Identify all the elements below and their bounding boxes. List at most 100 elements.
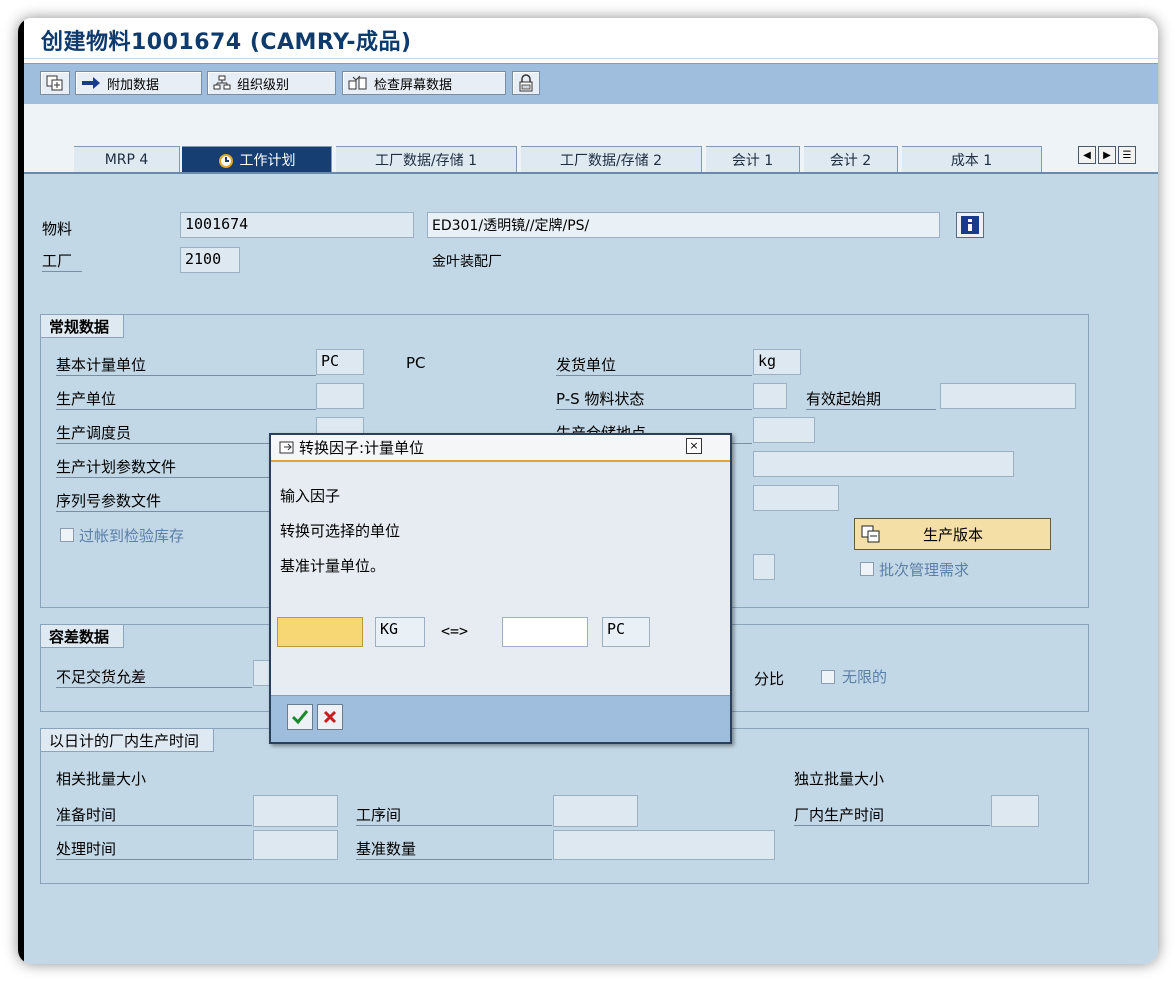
prod-profile-right-field[interactable] xyxy=(753,451,1014,477)
base-uom-text: PC xyxy=(406,354,426,372)
post-qi-label: 过帐到检验库存 xyxy=(79,527,185,545)
title-bar: 创建物料1001674 (CAMRY-成品) xyxy=(24,18,1158,59)
work-schedule-icon xyxy=(218,153,233,168)
equivalence-symbol: <=> xyxy=(441,622,469,640)
chevron-right-icon: ▶ xyxy=(1103,149,1111,161)
base-quantity-label: 基准数量 xyxy=(356,838,552,860)
dialog-line-2: 转换可选择的单位 xyxy=(280,522,401,540)
tab-costing-1[interactable]: 成本 1 xyxy=(902,146,1042,172)
material-field[interactable]: 1001674 xyxy=(180,212,414,238)
cancel-button[interactable] xyxy=(317,704,343,730)
issue-unit-label: 发货单位 xyxy=(556,354,752,376)
unlimited-label: 无限的 xyxy=(842,668,888,686)
base-uom-label: 基本计量单位 xyxy=(56,354,316,376)
batch-field[interactable] xyxy=(753,554,775,580)
processing-time-label: 处理时间 xyxy=(56,838,252,860)
plant-field[interactable]: 2100 xyxy=(180,247,240,273)
tab-label: 工作计划 xyxy=(239,152,296,169)
org-structure-icon xyxy=(213,75,231,90)
dialog-title-bar: 转换因子:计量单位 × xyxy=(271,435,730,462)
production-version-button[interactable]: 生产版本 xyxy=(854,518,1051,550)
tab-plant-storage-2[interactable]: 工厂数据/存储 2 xyxy=(521,146,702,172)
tab-work-scheduling[interactable]: 工作计划 xyxy=(182,146,332,172)
tab-plant-storage-1[interactable]: 工厂数据/存储 1 xyxy=(336,146,517,172)
prod-profile-label: 生产计划参数文件 xyxy=(56,456,286,478)
info-button[interactable] xyxy=(956,212,984,238)
tolerance-title: 容差数据 xyxy=(40,624,125,648)
batch-required-label: 批次管理需求 xyxy=(879,561,970,579)
storage-loc-field[interactable] xyxy=(753,417,815,443)
cancel-x-icon xyxy=(323,710,337,724)
prod-unit-field[interactable] xyxy=(316,383,364,409)
window-title: 创建物料1001674 (CAMRY-成品) xyxy=(41,30,412,55)
checkmark-icon xyxy=(291,710,309,725)
tab-strip: MRP 4 工作计划 工厂数据/存储 1 工厂数据/存储 2 会计 1 会计 2… xyxy=(24,104,1158,174)
tab-label: 会计 1 xyxy=(731,152,774,169)
org-levels-label: 组织级别 xyxy=(237,77,290,93)
info-icon xyxy=(961,216,979,234)
additional-data-button[interactable]: 附加数据 xyxy=(75,71,202,95)
material-label: 物料 xyxy=(42,220,73,238)
check-screen-data-button[interactable]: 检查屏幕数据 xyxy=(342,71,506,95)
post-qi-checkbox[interactable] xyxy=(60,528,74,542)
setup-time-field[interactable] xyxy=(253,795,338,827)
serial-profile-label: 序列号参数文件 xyxy=(56,490,286,512)
tab-list-icon: ☰ xyxy=(1122,149,1132,161)
additional-data-label: 附加数据 xyxy=(107,77,160,93)
tab-accounting-1[interactable]: 会计 1 xyxy=(706,146,800,172)
tab-list-button[interactable]: ☰ xyxy=(1118,146,1136,164)
issue-unit-field[interactable]: kg xyxy=(753,349,801,375)
base-unit-field: PC xyxy=(602,617,650,647)
under-delivery-label: 不足交货允差 xyxy=(56,666,252,688)
plant-name: 金叶装配厂 xyxy=(432,254,502,270)
unlimited-checkbox[interactable] xyxy=(821,670,835,684)
tab-label: 会计 2 xyxy=(829,152,872,169)
confirm-button[interactable] xyxy=(287,704,313,730)
sap-window: 创建物料1001674 (CAMRY-成品) 附加数据 组织级别 检查屏幕数据 … xyxy=(18,18,1158,964)
general-data-title: 常规数据 xyxy=(40,314,125,338)
valid-from-label: 有效起始期 xyxy=(806,388,936,410)
base-quantity-field[interactable] xyxy=(553,830,775,860)
serial-right-field[interactable] xyxy=(753,485,839,511)
dialog-title: 转换因子:计量单位 xyxy=(299,439,425,457)
application-toolbar: 附加数据 组织级别 检查屏幕数据 xyxy=(24,63,1158,105)
ps-status-field[interactable] xyxy=(753,383,787,409)
material-description-field[interactable]: ED301/透明镜//定牌/PS/ xyxy=(427,212,940,238)
tab-scroll-left-button[interactable]: ◀ xyxy=(1078,146,1096,164)
percent-label: 分比 xyxy=(754,670,785,688)
lot-dependent-label: 相关批量大小 xyxy=(56,770,147,788)
base-uom-field[interactable]: PC xyxy=(316,349,364,375)
lot-independent-label: 独立批量大小 xyxy=(794,770,885,788)
inhouse-time-label: 厂内生产时间 xyxy=(794,804,990,826)
lock-icon xyxy=(519,74,533,92)
interoperation-label: 工序间 xyxy=(356,804,552,826)
inhouse-time-title: 以日计的厂内生产时间 xyxy=(40,728,215,752)
check-screen-data-label: 检查屏幕数据 xyxy=(374,77,453,93)
close-icon[interactable]: × xyxy=(686,438,702,454)
tab-scroll-right-button[interactable]: ▶ xyxy=(1098,146,1116,164)
production-version-icon xyxy=(861,525,880,543)
check-screens-icon xyxy=(348,75,367,90)
setup-time-label: 准备时间 xyxy=(56,804,252,826)
switch-screen-button[interactable] xyxy=(40,71,70,95)
alt-unit-field: KG xyxy=(375,617,425,647)
chevron-left-icon: ◀ xyxy=(1083,149,1091,161)
tab-accounting-2[interactable]: 会计 2 xyxy=(804,146,898,172)
org-levels-button[interactable]: 组织级别 xyxy=(207,71,336,95)
lock-button[interactable] xyxy=(512,71,540,95)
interoperation-field[interactable] xyxy=(553,795,638,827)
dialog-line-1: 输入因子 xyxy=(280,487,341,505)
dialog-footer xyxy=(271,695,730,742)
base-factor-input[interactable] xyxy=(502,617,588,647)
conversion-factor-input[interactable] xyxy=(277,617,363,647)
valid-from-field[interactable] xyxy=(940,383,1076,409)
dialog-line-3: 基准计量单位。 xyxy=(280,557,386,575)
tab-label: MRP 4 xyxy=(104,151,149,168)
batch-required-checkbox[interactable] xyxy=(860,562,874,576)
processing-time-field[interactable] xyxy=(253,830,338,860)
inhouse-time-field[interactable] xyxy=(991,795,1039,827)
prod-unit-label: 生产单位 xyxy=(56,388,316,410)
tab-mrp4[interactable]: MRP 4 xyxy=(74,146,180,172)
tab-label: 成本 1 xyxy=(950,152,993,169)
plant-label: 工厂 xyxy=(42,250,82,272)
